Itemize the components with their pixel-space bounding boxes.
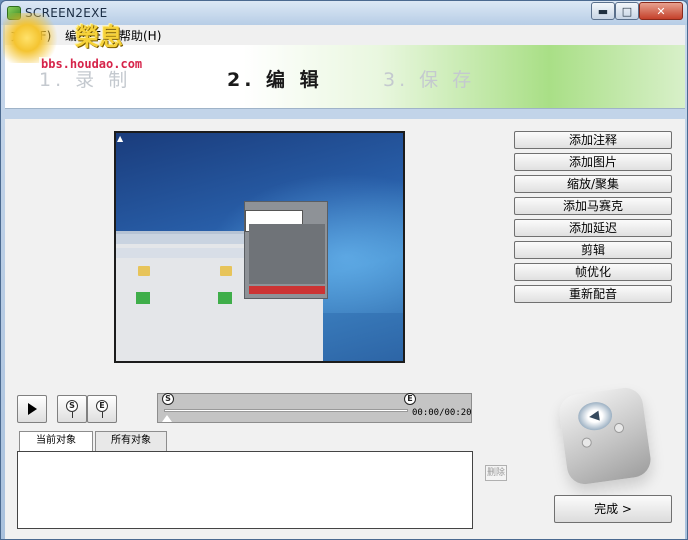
menu-help[interactable]: 帮助(H) <box>119 27 161 44</box>
clip-button[interactable]: 剪辑 <box>514 241 672 259</box>
preview-red-bar <box>249 286 325 294</box>
close-button[interactable]: ✕ <box>639 2 683 20</box>
action-button-list: 添加注释 添加图片 缩放/聚集 添加马赛克 添加延迟 剪辑 帧优化 重新配音 <box>514 131 672 307</box>
menu-edit[interactable]: 编辑(E) <box>65 27 106 44</box>
app-icon <box>7 6 21 20</box>
timeline-time: 00:00/00:20 <box>412 408 472 418</box>
minimize-button[interactable]: ▬ <box>591 2 615 20</box>
delete-button[interactable]: 删除 <box>485 465 507 481</box>
folder-icon <box>138 266 150 276</box>
zoom-focus-button[interactable]: 缩放/聚集 <box>514 175 672 193</box>
timeline-track[interactable] <box>164 409 408 412</box>
end-marker-label: E <box>96 400 108 412</box>
play-button[interactable] <box>17 395 47 423</box>
set-start-button[interactable]: S <box>57 395 87 423</box>
play-icon <box>27 403 37 415</box>
dice-icon <box>557 385 653 487</box>
video-preview[interactable]: ▲ <box>114 131 405 363</box>
step-banner: 1. 录 制 2. 编 辑 3. 保 存 <box>5 45 685 109</box>
timeline[interactable]: S E 00:00/00:20 <box>157 393 472 423</box>
tab-all-objects[interactable]: 所有对象 <box>95 431 167 451</box>
step-record: 1. 录 制 <box>39 69 132 91</box>
dice-eye-icon <box>576 399 614 433</box>
redub-button[interactable]: 重新配音 <box>514 285 672 303</box>
preview-dialog-body <box>249 224 325 284</box>
step-save: 3. 保 存 <box>383 69 476 91</box>
set-end-button[interactable]: E <box>87 395 117 423</box>
folder-icon <box>220 266 232 276</box>
dice-dot <box>581 436 593 449</box>
frame-optimize-button[interactable]: 帧优化 <box>514 263 672 281</box>
finish-button[interactable]: 完成 > <box>554 495 672 523</box>
object-list[interactable] <box>17 451 473 529</box>
add-annotation-button[interactable]: 添加注释 <box>514 131 672 149</box>
menu-file[interactable]: 文件(F) <box>11 27 51 44</box>
end-marker-icon: E <box>96 400 108 418</box>
title-bar: SCREEN2EXE ▬ □ ✕ <box>1 1 687 25</box>
dice-logo <box>525 371 675 511</box>
cursor-icon: ▲ <box>117 134 124 143</box>
main-panel: ▲ 添加注释 添加图片 缩放/聚集 添加马赛克 添加延迟 剪辑 帧优化 重新配音… <box>5 119 685 539</box>
preview-dialog <box>244 201 328 299</box>
timeline-end-marker[interactable]: E <box>404 393 416 405</box>
menu-bar: 文件(F) 编辑(E) 帮助(H) <box>5 25 685 45</box>
start-marker-icon: S <box>66 400 78 418</box>
app-file-icon <box>218 292 232 304</box>
add-image-button[interactable]: 添加图片 <box>514 153 672 171</box>
start-marker-label: S <box>66 400 78 412</box>
playhead-icon[interactable] <box>162 415 172 422</box>
tab-current-object[interactable]: 当前对象 <box>19 431 93 452</box>
dice-dot <box>613 422 625 434</box>
maximize-button[interactable]: □ <box>615 2 639 20</box>
add-mosaic-button[interactable]: 添加马赛克 <box>514 197 672 215</box>
add-delay-button[interactable]: 添加延迟 <box>514 219 672 237</box>
step-edit: 2. 编 辑 <box>227 69 323 91</box>
window-title: SCREEN2EXE <box>25 6 108 20</box>
app-file-icon <box>136 292 150 304</box>
app-window: SCREEN2EXE ▬ □ ✕ 文件(F) 编辑(E) 帮助(H) 1. 录 … <box>0 0 688 540</box>
timeline-start-marker[interactable]: S <box>162 393 174 405</box>
